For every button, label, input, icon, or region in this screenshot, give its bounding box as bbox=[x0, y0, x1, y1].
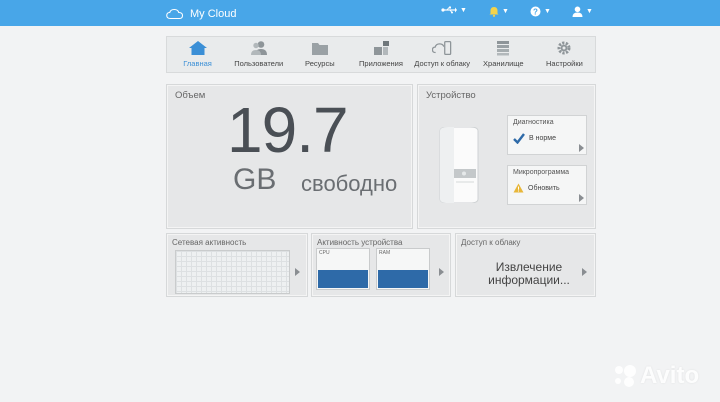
nav-label: Хранилище bbox=[483, 59, 524, 68]
ram-usage: RAM bbox=[376, 248, 430, 290]
top-bar: My Cloud ▼ ▼ ? ▼ ▼ bbox=[0, 0, 720, 26]
diagnostics-title: Диагностика bbox=[513, 119, 554, 126]
chevron-right-icon bbox=[579, 194, 584, 202]
warning-icon bbox=[513, 183, 524, 193]
cpu-usage: CPU bbox=[316, 248, 370, 290]
user-icon bbox=[572, 6, 583, 17]
chevron-right-icon bbox=[439, 268, 444, 276]
free-space-value: 19.7 bbox=[227, 94, 349, 166]
cloud-status-line2: информации... bbox=[488, 273, 570, 287]
diagnostics-status-text: В норме bbox=[529, 135, 556, 142]
cpu-label: CPU bbox=[319, 250, 330, 256]
device-activity-title: Активность устройства bbox=[317, 238, 403, 247]
firmware-status: Обновить bbox=[513, 183, 560, 193]
nav-item-home[interactable]: Главная bbox=[169, 40, 227, 68]
chevron-down-icon: ▼ bbox=[460, 6, 467, 14]
diagnostics-panel[interactable]: Диагностика В норме bbox=[507, 115, 587, 155]
nas-device-image bbox=[439, 127, 479, 203]
ram-label: RAM bbox=[379, 250, 391, 256]
brand-name: My Cloud bbox=[190, 8, 237, 20]
cloud-access-title: Доступ к облаку bbox=[461, 238, 521, 247]
gear-icon bbox=[557, 41, 571, 55]
storage-icon bbox=[497, 41, 510, 56]
brand[interactable]: My Cloud bbox=[166, 5, 236, 23]
cloud-phone-icon bbox=[432, 41, 452, 55]
cpu-usage-bar bbox=[318, 270, 368, 288]
free-space-unit: GB bbox=[233, 163, 277, 196]
checkmark-icon bbox=[513, 133, 525, 144]
help-menu[interactable]: ? ▼ bbox=[530, 6, 551, 17]
chevron-down-icon: ▼ bbox=[586, 8, 593, 15]
help-icon: ? bbox=[530, 6, 541, 17]
chevron-right-icon bbox=[582, 268, 587, 276]
main-nav: Главная Пользователи Ресурсы Приложения … bbox=[166, 36, 596, 73]
cloud-access-card[interactable]: Доступ к облаку Извлечение информации... bbox=[455, 233, 596, 297]
chevron-down-icon: ▼ bbox=[502, 8, 509, 15]
nav-label: Ресурсы bbox=[305, 59, 335, 68]
ram-usage-bar bbox=[378, 270, 428, 288]
nav-label: Доступ к облаку bbox=[414, 59, 470, 68]
chevron-right-icon bbox=[579, 144, 584, 152]
diagnostics-status: В норме bbox=[513, 133, 556, 144]
device-activity-card[interactable]: Активность устройства CPU RAM bbox=[311, 233, 451, 297]
notifications-menu[interactable]: ▼ bbox=[489, 6, 509, 17]
chevron-right-icon bbox=[295, 268, 300, 276]
capacity-title: Объем bbox=[175, 90, 206, 101]
nav-item-storage[interactable]: Хранилище bbox=[474, 40, 532, 68]
user-menu[interactable]: ▼ bbox=[572, 6, 593, 17]
network-activity-card[interactable]: Сетевая активность bbox=[166, 233, 308, 297]
device-card: Устройство Диагностика В норме Микропрог… bbox=[417, 84, 596, 229]
nav-label: Главная bbox=[183, 59, 212, 68]
apps-icon bbox=[373, 41, 389, 55]
firmware-panel[interactable]: Микропрограмма Обновить bbox=[507, 165, 587, 205]
firmware-title: Микропрограмма bbox=[513, 169, 570, 176]
usb-icon bbox=[441, 6, 457, 14]
nav-item-users[interactable]: Пользователи bbox=[230, 40, 288, 68]
nav-item-apps[interactable]: Приложения bbox=[352, 40, 410, 68]
watermark-text: Avito bbox=[640, 362, 700, 389]
nav-item-settings[interactable]: Настройки bbox=[535, 40, 593, 68]
device-title: Устройство bbox=[426, 90, 476, 101]
nav-item-cloud-access[interactable]: Доступ к облаку bbox=[413, 40, 471, 68]
cloud-access-status: Извлечение информации... bbox=[474, 261, 584, 287]
bell-icon bbox=[489, 7, 499, 17]
firmware-status-text: Обновить bbox=[528, 184, 560, 192]
cloud-logo-icon bbox=[166, 8, 184, 20]
network-title: Сетевая активность bbox=[172, 238, 247, 247]
chevron-down-icon: ▼ bbox=[544, 8, 551, 15]
free-space-label: свободно bbox=[301, 171, 398, 196]
nav-label: Приложения bbox=[359, 59, 403, 68]
avito-watermark: Avito bbox=[612, 362, 699, 390]
svg-text:?: ? bbox=[533, 7, 538, 16]
usb-menu[interactable]: ▼ bbox=[441, 6, 467, 14]
nav-item-shares[interactable]: Ресурсы bbox=[291, 40, 349, 68]
avito-logo-icon bbox=[615, 365, 636, 387]
nav-label: Пользователи bbox=[234, 59, 284, 68]
folder-icon bbox=[311, 43, 328, 55]
users-icon bbox=[250, 41, 267, 55]
nav-label: Настройки bbox=[546, 59, 583, 68]
home-icon bbox=[188, 41, 207, 55]
network-graph bbox=[175, 250, 290, 294]
capacity-card: Объем 19.7 GB свободно bbox=[166, 84, 413, 229]
